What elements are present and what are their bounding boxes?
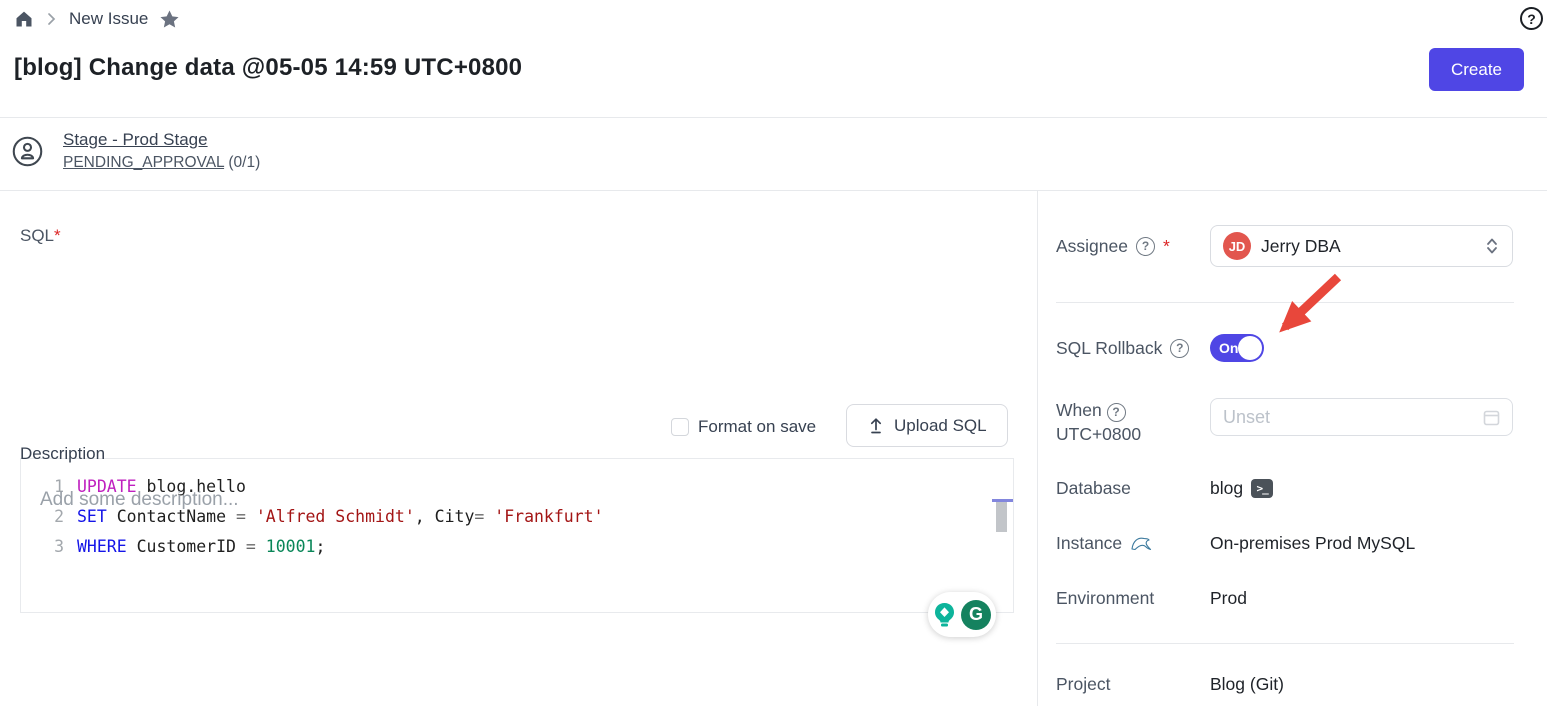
line-number: 3 <box>21 532 77 562</box>
breadcrumb-current: New Issue <box>69 9 148 29</box>
grammarly-widget: G <box>928 592 996 637</box>
home-icon[interactable] <box>14 9 34 29</box>
breadcrumb: New Issue <box>14 5 180 33</box>
assignee-select[interactable]: JD Jerry DBA <box>1210 225 1513 267</box>
open-sql-editor-icon[interactable]: >_ <box>1251 479 1273 498</box>
sql-rollback-label: SQL Rollback ? <box>1056 338 1210 359</box>
environment-value: Prod <box>1210 588 1247 609</box>
database-value: blog <box>1210 478 1243 499</box>
approver-avatar-icon <box>12 136 43 167</box>
upload-sql-button[interactable]: Upload SQL <box>846 404 1008 447</box>
stage-link[interactable]: Stage - Prod Stage <box>63 130 260 150</box>
help-icon[interactable]: ? <box>1520 7 1543 30</box>
assignee-label: Assignee ? * <box>1056 236 1210 257</box>
project-value: Blog (Git) <box>1210 674 1284 695</box>
when-input[interactable] <box>1223 407 1475 428</box>
instance-value: On-premises Prod MySQL <box>1210 533 1415 554</box>
assignee-value: Jerry DBA <box>1261 236 1474 257</box>
environment-row: Environment Prod <box>1056 588 1529 609</box>
editor-scrollbar[interactable] <box>996 502 1007 532</box>
code-text: WHERE CustomerID = 10001; <box>77 532 325 562</box>
chevron-right-icon <box>45 10 58 28</box>
code-line: 3 WHERE CustomerID = 10001; <box>21 532 1013 562</box>
required-asterisk: * <box>54 226 61 245</box>
environment-label: Environment <box>1056 588 1210 609</box>
assignee-avatar: JD <box>1223 232 1251 260</box>
project-label: Project <box>1056 674 1210 695</box>
when-label: When ? UTC+0800 <box>1056 398 1210 446</box>
description-label: Description <box>20 444 105 464</box>
grammarly-g-icon[interactable]: G <box>961 600 991 630</box>
database-row: Database blog >_ <box>1056 478 1529 499</box>
project-row: Project Blog (Git) <box>1056 674 1529 695</box>
divider <box>1056 643 1514 644</box>
description-textarea[interactable]: Add some description... <box>40 489 940 511</box>
star-icon[interactable] <box>159 9 180 30</box>
issue-main-panel: SQL* Format on save Upload SQL 1 UPDATE … <box>0 190 1037 706</box>
stage-approval-count: (0/1) <box>228 154 260 171</box>
when-datepicker[interactable] <box>1210 398 1513 436</box>
grammarly-suggestion-bulb-icon[interactable] <box>933 602 956 628</box>
divider <box>0 117 1547 118</box>
select-chevrons-icon <box>1484 236 1500 256</box>
format-on-save-label[interactable]: Format on save <box>698 417 816 437</box>
annotation-arrow <box>1235 266 1353 354</box>
upload-icon <box>867 417 885 435</box>
assignee-row: Assignee ? * JD Jerry DBA <box>1056 225 1529 267</box>
required-asterisk: * <box>1163 236 1170 257</box>
when-timezone: UTC+0800 <box>1056 422 1210 446</box>
format-on-save-group: Format on save <box>671 417 816 437</box>
stage-status-link[interactable]: PENDING_APPROVAL <box>63 154 224 171</box>
sql-section-label: SQL* <box>20 226 61 246</box>
instance-row: Instance On-premises Prod MySQL <box>1056 533 1529 554</box>
stage-row: Stage - Prod Stage PENDING_APPROVAL (0/1… <box>12 130 260 172</box>
database-label: Database <box>1056 478 1210 499</box>
format-on-save-checkbox[interactable] <box>671 418 689 436</box>
instance-label: Instance <box>1056 533 1210 554</box>
help-circle-icon[interactable]: ? <box>1136 237 1155 256</box>
page-title: [blog] Change data @05-05 14:59 UTC+0800 <box>14 54 522 82</box>
create-button[interactable]: Create <box>1429 48 1524 91</box>
sql-editor[interactable]: 1 UPDATE blog.hello 2 SET ContactName = … <box>20 458 1014 613</box>
help-circle-icon[interactable]: ? <box>1107 403 1126 422</box>
mysql-dolphin-icon <box>1130 534 1152 554</box>
when-row: When ? UTC+0800 <box>1056 398 1529 446</box>
calendar-icon[interactable] <box>1483 409 1500 426</box>
help-circle-icon[interactable]: ? <box>1170 339 1189 358</box>
